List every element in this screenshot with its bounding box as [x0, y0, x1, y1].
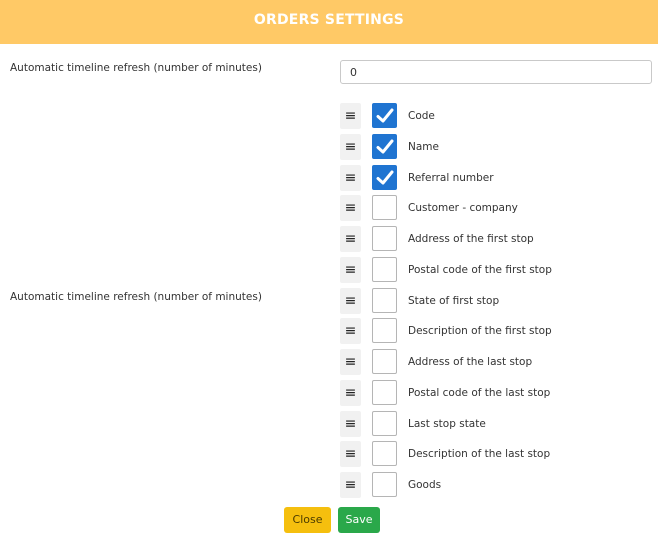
drag-handle-icon[interactable]: ≡	[340, 288, 361, 314]
column-checkbox[interactable]	[372, 411, 397, 436]
column-label: Referral number	[408, 172, 494, 184]
page-title: ORDERS SETTINGS	[253, 12, 405, 28]
column-checkbox[interactable]	[372, 195, 397, 220]
drag-handle-icon[interactable]: ≡	[340, 380, 361, 406]
checkmark-icon	[376, 108, 394, 123]
column-label: Address of the first stop	[408, 233, 534, 245]
column-row: ≡ Referral number	[340, 165, 640, 193]
column-row: ≡ Address of the first stop	[340, 226, 640, 254]
column-label: Name	[408, 141, 439, 153]
drag-handle-icon[interactable]: ≡	[340, 349, 361, 375]
column-row: ≡ Name	[340, 134, 640, 162]
drag-handle-icon[interactable]: ≡	[340, 441, 361, 467]
column-row: ≡ Last stop state	[340, 411, 640, 439]
column-label: Address of the last stop	[408, 356, 533, 368]
drag-handle-icon[interactable]: ≡	[340, 411, 361, 437]
column-label: Postal code of the first stop	[408, 264, 552, 276]
drag-handle-icon[interactable]: ≡	[340, 257, 361, 283]
drag-handle-icon[interactable]: ≡	[340, 165, 361, 191]
checkmark-icon	[376, 170, 394, 185]
drag-handle-icon[interactable]: ≡	[340, 318, 361, 344]
refresh-label: Automatic timeline refresh (number of mi…	[10, 62, 262, 74]
column-row: ≡ Address of the last stop	[340, 349, 640, 377]
drag-handle-icon[interactable]: ≡	[340, 195, 361, 221]
column-checkbox[interactable]	[372, 103, 397, 128]
column-label: Last stop state	[408, 418, 486, 430]
column-row: ≡ Postal code of the last stop	[340, 380, 640, 408]
column-row: ≡ Code	[340, 103, 640, 131]
column-row: ≡ Postal code of the first stop	[340, 257, 640, 285]
column-row: ≡ Description of the first stop	[340, 318, 640, 346]
column-label: Description of the first stop	[408, 325, 552, 337]
column-row: ≡ Goods	[340, 472, 640, 500]
drag-handle-icon[interactable]: ≡	[340, 226, 361, 252]
column-label: Customer - company	[408, 202, 518, 214]
column-checkbox[interactable]	[372, 226, 397, 251]
refresh-label-secondary: Automatic timeline refresh (number of mi…	[10, 291, 262, 303]
checkmark-icon	[376, 139, 394, 154]
drag-handle-icon[interactable]: ≡	[340, 103, 361, 129]
column-label: Code	[408, 110, 435, 122]
column-checkbox[interactable]	[372, 318, 397, 343]
drag-handle-icon[interactable]: ≡	[340, 134, 361, 160]
column-row: ≡ State of first stop	[340, 288, 640, 316]
column-label: Goods	[408, 479, 442, 491]
refresh-minutes-input[interactable]: 0	[340, 60, 652, 84]
column-row: ≡ Description of the last stop	[340, 441, 640, 469]
column-checkbox[interactable]	[372, 165, 397, 190]
column-label: Postal code of the last stop	[408, 387, 551, 399]
column-label: Description of the last stop	[408, 448, 551, 460]
column-checkbox[interactable]	[372, 288, 397, 313]
column-row: ≡ Customer - company	[340, 195, 640, 223]
column-checkbox[interactable]	[372, 257, 397, 282]
column-checkbox[interactable]	[372, 380, 397, 405]
column-checkbox[interactable]	[372, 134, 397, 159]
save-button[interactable]: Save	[338, 507, 380, 533]
column-checkbox[interactable]	[372, 441, 397, 466]
column-checkbox[interactable]	[372, 472, 397, 497]
close-button[interactable]: Close	[284, 507, 331, 533]
column-label: State of first stop	[408, 295, 500, 307]
column-checkbox[interactable]	[372, 349, 397, 374]
drag-handle-icon[interactable]: ≡	[340, 472, 361, 498]
page-header: ORDERS SETTINGS	[0, 0, 658, 44]
